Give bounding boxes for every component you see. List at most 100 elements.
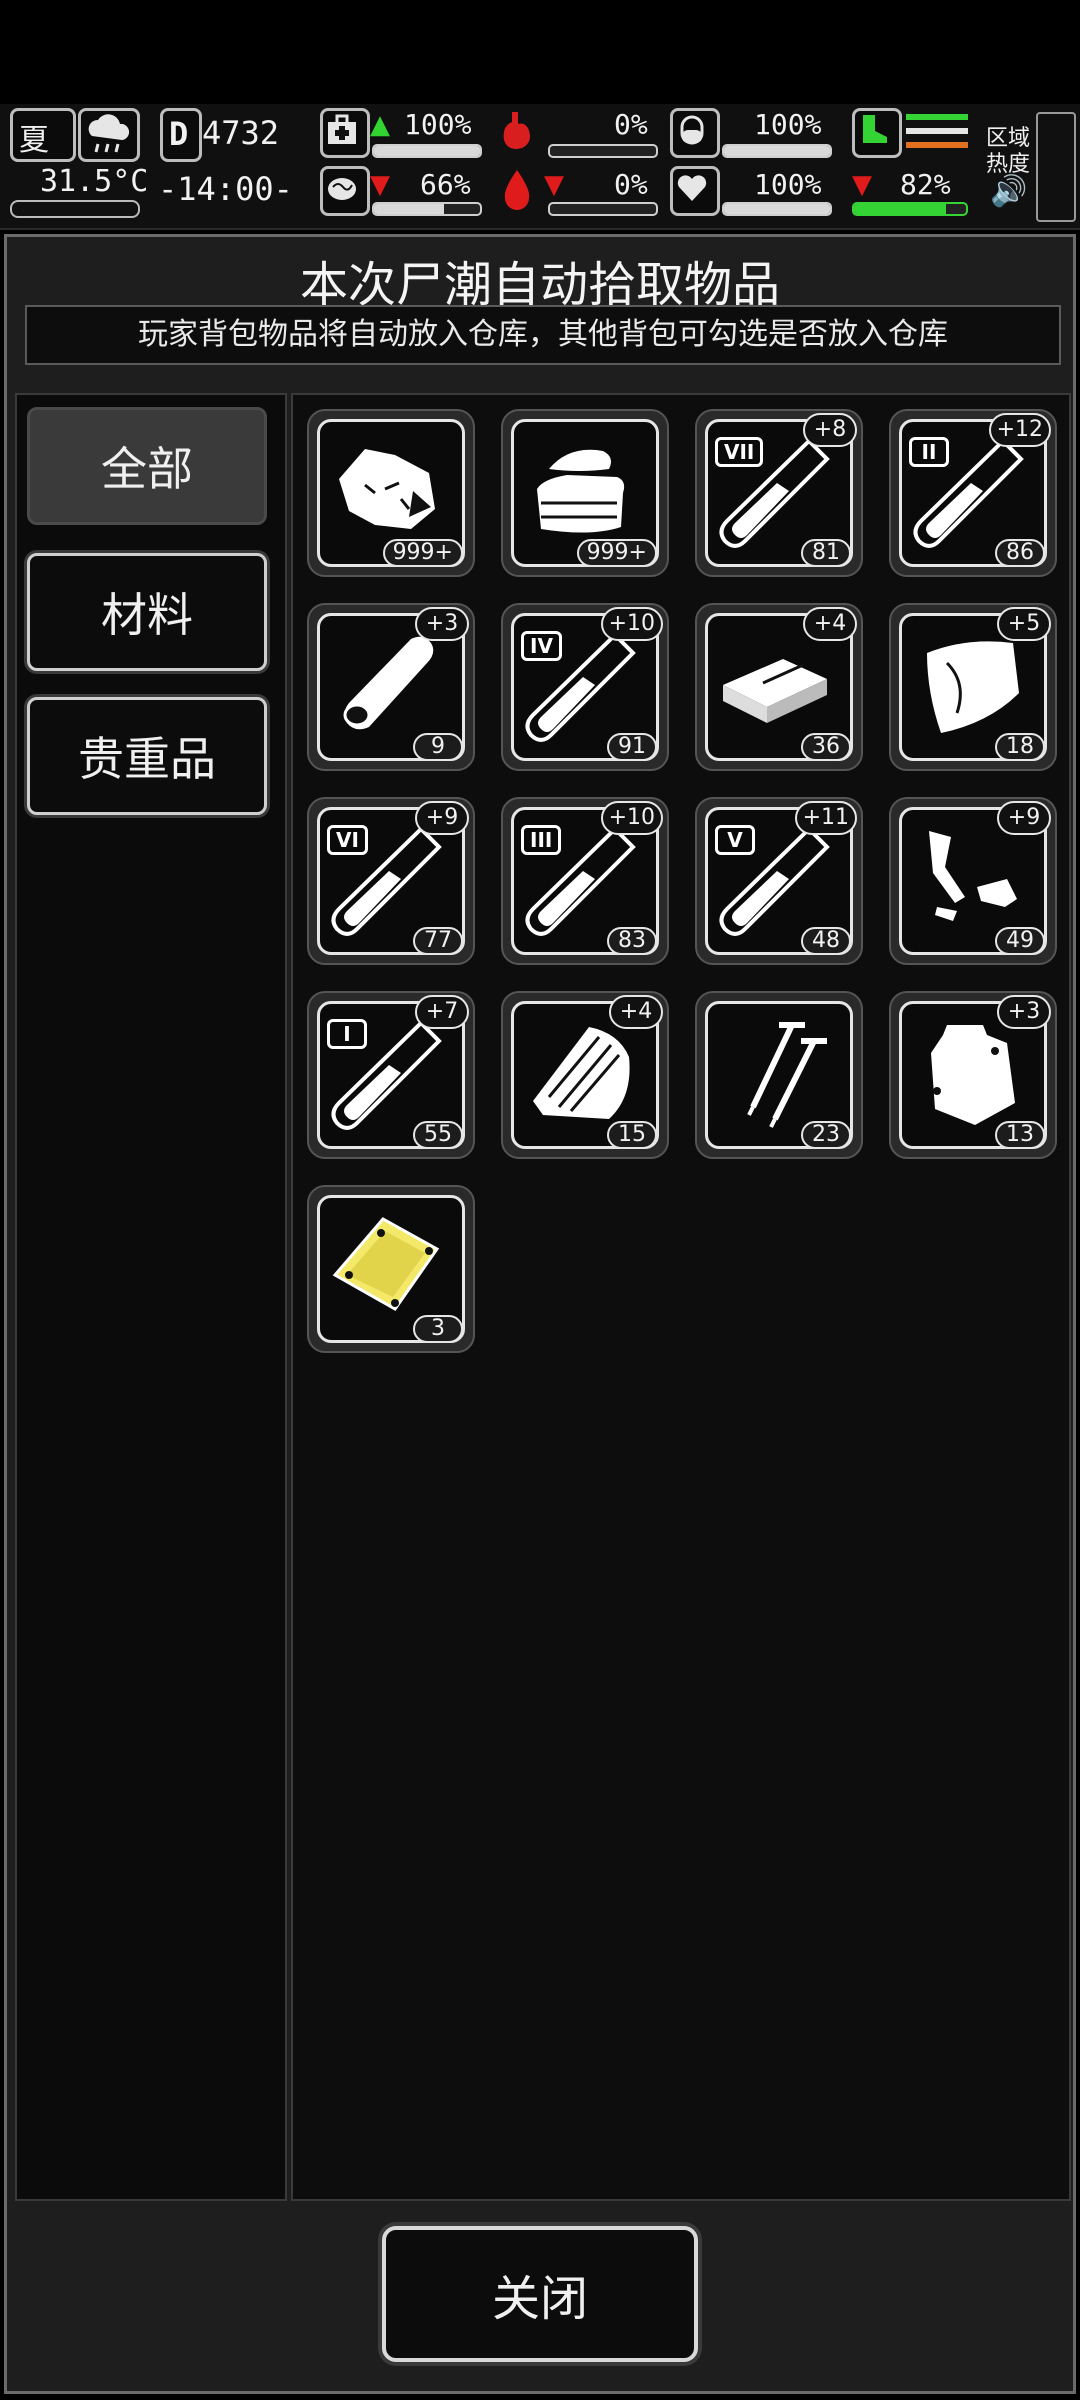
stomach-icon <box>494 108 540 154</box>
temperature-readout: 31.5°C <box>40 164 149 199</box>
trend-down-icon: ▼ <box>852 170 872 200</box>
item-slot[interactable]: V +11 48 <box>695 797 863 965</box>
gain-badge: +10 <box>600 801 663 835</box>
gain-badge: +4 <box>609 995 663 1029</box>
plastic-sheet-icon <box>927 641 1019 733</box>
season-label: 夏 <box>19 123 49 158</box>
item-count: 15 <box>607 1121 657 1149</box>
item-slot[interactable]: IV +10 91 <box>501 603 669 771</box>
item-slot[interactable]: 999+ <box>307 409 475 577</box>
trend-up-icon: ▲ <box>370 110 390 140</box>
item-count: 55 <box>413 1121 463 1149</box>
brain-icon <box>320 166 370 216</box>
wood-planks-icon <box>533 1027 630 1119</box>
thirst-bar <box>548 202 658 216</box>
item-count: 77 <box>413 927 463 955</box>
trend-down-icon: ▼ <box>544 170 564 200</box>
hunger-bar <box>548 144 658 158</box>
stamina-line <box>906 142 968 148</box>
stat-value: 0% <box>614 168 648 201</box>
item-slot[interactable]: 999+ <box>501 409 669 577</box>
nails-icon <box>747 1022 827 1128</box>
stamina-line <box>906 114 968 120</box>
season-box: 夏 <box>10 108 76 162</box>
item-count: 3 <box>413 1315 463 1343</box>
gain-badge: +7 <box>415 995 469 1029</box>
gain-badge: +3 <box>415 607 469 641</box>
item-slot[interactable]: +3 9 <box>307 603 475 771</box>
tier-badge: V <box>715 825 755 855</box>
speaker-icon[interactable]: 🔊 <box>990 174 1027 209</box>
stat-value: 100% <box>754 108 822 141</box>
tier-badge: VII <box>715 437 764 467</box>
auto-pickup-dialog: 本次尸潮自动拾取物品 玩家背包物品将自动放入仓库，其他背包可勾选是否放入仓库 全… <box>4 234 1076 2394</box>
close-button[interactable]: 关闭 <box>382 2226 698 2362</box>
gold-plate-icon <box>332 1217 440 1311</box>
item-count: 81 <box>801 539 851 567</box>
gain-badge: +10 <box>600 607 663 641</box>
item-slot[interactable]: III +10 83 <box>501 797 669 965</box>
stat-value: 100% <box>754 168 822 201</box>
capsule-icon <box>670 108 720 158</box>
item-slot[interactable]: VII +8 81 <box>695 409 863 577</box>
item-count: 9 <box>413 733 463 761</box>
gain-badge: +5 <box>997 607 1051 641</box>
tier-badge: II <box>909 437 949 467</box>
item-slot[interactable]: +5 18 <box>889 603 1057 771</box>
stat-value: 82% <box>900 168 951 201</box>
plastic-bag-icon <box>931 1025 1015 1125</box>
scrap-parts-icon <box>929 831 1017 921</box>
item-count: 23 <box>801 1121 851 1149</box>
day-icon: D <box>160 108 202 162</box>
item-slot[interactable]: +4 36 <box>695 603 863 771</box>
item-count: 18 <box>995 733 1045 761</box>
category-sidebar: 全部 材料 贵重品 <box>15 393 287 2201</box>
day-counter: 4732 <box>202 114 280 152</box>
item-count: 36 <box>801 733 851 761</box>
item-slot[interactable]: 3 <box>307 1185 475 1353</box>
gain-badge: +3 <box>997 995 1051 1029</box>
dialog-subtitle-box: 玩家背包物品将自动放入仓库，其他背包可勾选是否放入仓库 <box>25 305 1061 365</box>
wood-log-icon <box>343 636 434 730</box>
immunity-bar <box>722 144 832 158</box>
item-slot[interactable]: +4 15 <box>501 991 669 1159</box>
item-count: 999+ <box>576 539 657 567</box>
heart-icon <box>670 166 720 216</box>
gain-badge: +9 <box>415 801 469 835</box>
item-slot[interactable]: I +7 55 <box>307 991 475 1159</box>
clock-readout: -14:00- <box>158 170 293 208</box>
item-slot[interactable]: +3 13 <box>889 991 1057 1159</box>
item-slot[interactable]: VI +9 77 <box>307 797 475 965</box>
gain-badge: +4 <box>803 607 857 641</box>
item-count: 91 <box>607 733 657 761</box>
stat-value: 66% <box>420 168 471 201</box>
thermometer-bar <box>10 200 140 218</box>
category-tab-all[interactable]: 全部 <box>27 407 267 525</box>
category-tab-materials[interactable]: 材料 <box>27 553 267 671</box>
trend-down-icon: ▼ <box>370 170 390 200</box>
gain-badge: +9 <box>997 801 1051 835</box>
gain-badge: +12 <box>988 413 1051 447</box>
item-count: 49 <box>995 927 1045 955</box>
weather-rain-icon <box>78 108 140 162</box>
item-grid: 999+ 999+ VII +8 81 II +12 86 +3 9 IV +10 91 +4 36 +5 18… <box>291 393 1071 2201</box>
item-count: 48 <box>801 927 851 955</box>
folded-cloth-icon <box>537 449 625 533</box>
category-tab-valuables[interactable]: 贵重品 <box>27 697 267 815</box>
gain-badge: +11 <box>794 801 857 835</box>
stat-value: 0% <box>614 108 648 141</box>
stamina-line <box>906 128 968 134</box>
blood-drop-icon <box>494 166 540 212</box>
tier-badge: VI <box>327 825 368 855</box>
tier-badge: III <box>521 825 562 855</box>
cloth-scraps-icon <box>339 449 435 529</box>
boot-icon <box>852 108 902 158</box>
system-status-bar <box>0 0 1080 104</box>
hud-bar: 夏 31.5°C D 4732 -14:00- ▲ 100% ▼ 66% 0% … <box>0 104 1080 230</box>
tier-badge: I <box>327 1019 367 1049</box>
item-count: 999+ <box>382 539 463 567</box>
tier-badge: IV <box>521 631 562 661</box>
item-slot[interactable]: +9 49 <box>889 797 1057 965</box>
item-slot[interactable]: 23 <box>695 991 863 1159</box>
item-slot[interactable]: II +12 86 <box>889 409 1057 577</box>
